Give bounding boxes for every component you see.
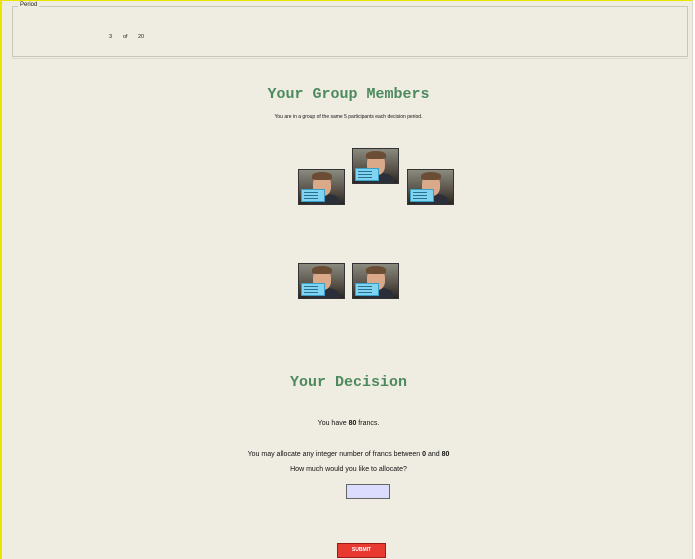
allocation-prompt: How much would you like to allocate? bbox=[290, 466, 407, 473]
submit-button[interactable]: SUBMIT bbox=[337, 543, 386, 558]
range-max: 80 bbox=[441, 451, 450, 458]
allocation-input[interactable] bbox=[346, 484, 390, 499]
period-current: 3 bbox=[109, 34, 113, 40]
allocation-range: You may allocate any integer number of f… bbox=[2, 451, 695, 458]
group-member-photo-2 bbox=[298, 169, 345, 205]
francs-prefix: You have bbox=[317, 420, 349, 427]
period-total: 20 bbox=[138, 34, 145, 40]
group-member-photo-4 bbox=[298, 263, 345, 299]
group-members-title: Your Group Members bbox=[267, 86, 430, 103]
francs-statement: You have 80 francs. bbox=[2, 420, 695, 427]
group-member-photo-1 bbox=[352, 148, 399, 184]
divider bbox=[12, 58, 688, 59]
range-prefix: You may allocate any integer number of f… bbox=[247, 451, 423, 458]
decision-title: Your Decision bbox=[289, 374, 408, 391]
name-tag bbox=[301, 189, 325, 202]
name-tag bbox=[410, 189, 434, 202]
name-tag bbox=[355, 168, 379, 181]
group-members-subtitle: You are in a group of the same 5 partici… bbox=[274, 114, 423, 120]
period-of-label: of bbox=[123, 34, 128, 40]
app-window: Period 3 of 20 Your Group Members You ar… bbox=[0, 0, 693, 559]
group-member-photo-3 bbox=[407, 169, 454, 205]
name-tag bbox=[355, 283, 379, 296]
name-tag bbox=[301, 283, 325, 296]
range-and: and bbox=[426, 451, 442, 458]
francs-suffix: francs. bbox=[356, 420, 380, 427]
period-panel: Period 3 of 20 bbox=[12, 2, 688, 57]
period-legend: Period bbox=[18, 2, 40, 8]
group-member-photo-5 bbox=[352, 263, 399, 299]
